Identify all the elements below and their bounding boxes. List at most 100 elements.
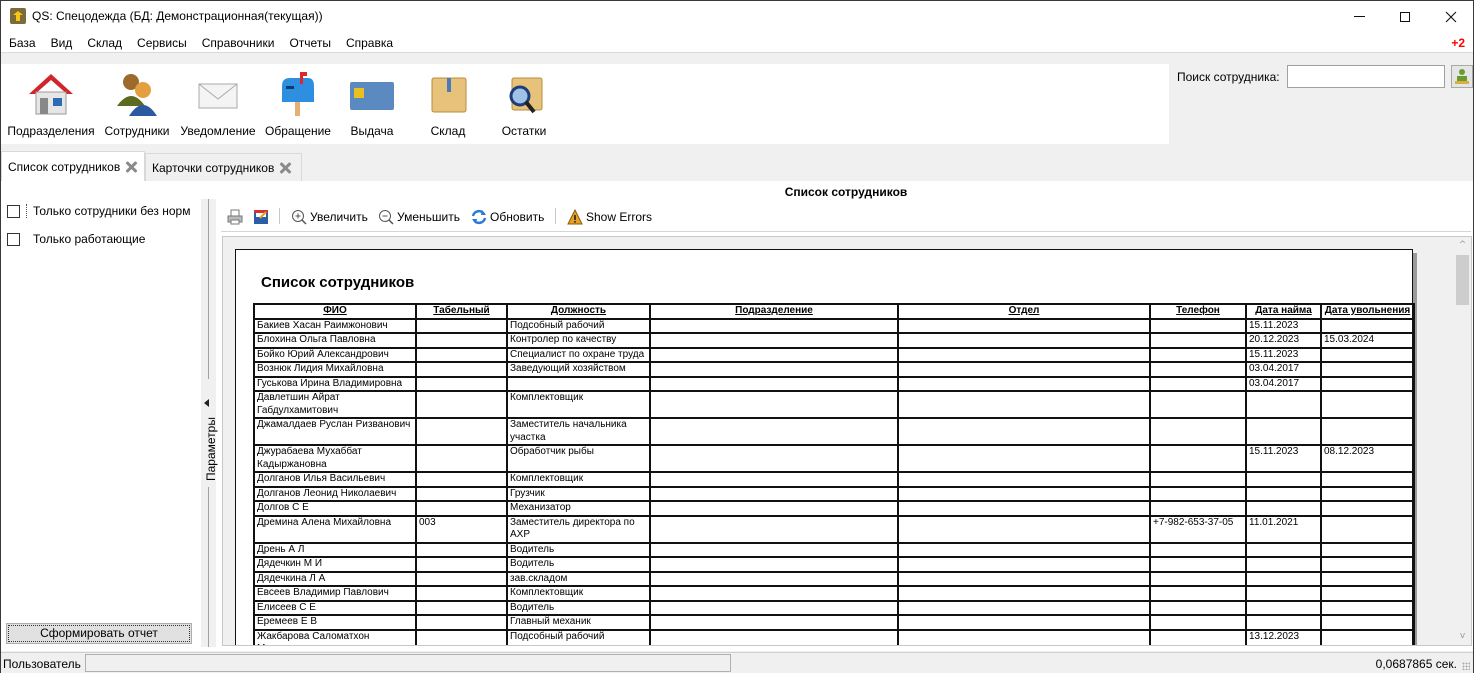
report-page: Список сотрудников ФИО Табельный Должность… xyxy=(235,249,1415,645)
table-cell xyxy=(897,500,1151,517)
build-report-button[interactable]: Сформировать отчет xyxy=(6,623,192,644)
tab-employee-list[interactable]: Список сотрудников xyxy=(1,151,145,182)
envelope-icon xyxy=(194,72,242,116)
zoom-in-button[interactable]: Увеличить xyxy=(291,207,368,227)
refresh-button[interactable]: Обновить xyxy=(471,207,544,227)
app-window: QS: Спецодежда (БД: Демонстрационная(тек… xyxy=(0,0,1474,673)
employee-search-label: Поиск сотрудника: xyxy=(1177,70,1280,84)
parameters-panel: Только сотрудники без норм Только работа… xyxy=(1,181,201,647)
report-page-title: Список сотрудников xyxy=(261,274,415,291)
table-row: Блохина Ольга Павловна Контролер по качес… xyxy=(253,332,1415,349)
house-icon xyxy=(27,72,75,116)
collapse-arrow-icon[interactable] xyxy=(204,399,209,407)
table-row: Елисеев С Е Водитель xyxy=(253,599,1415,616)
menu-sklad[interactable]: Склад xyxy=(79,32,129,52)
report-viewer[interactable]: Список сотрудников ФИО Табельный Должность… xyxy=(222,236,1472,646)
toolbar-label: Остатки xyxy=(501,124,547,138)
table-cell xyxy=(897,585,1151,602)
table-cell xyxy=(1149,332,1247,349)
table-cell: Блохина Ольга Павловна xyxy=(253,332,417,349)
column-header: Дата найма xyxy=(1245,303,1322,320)
zoom-out-button[interactable]: Уменьшить xyxy=(378,207,460,227)
table-cell: Дядечкина Л А xyxy=(253,570,417,587)
card-icon xyxy=(348,72,396,116)
table-cell: Елисеев С Е xyxy=(253,599,417,616)
table-cell: Специалист по охране труда xyxy=(506,346,651,363)
checkbox-label: Только работающие xyxy=(33,232,146,246)
vertical-scrollbar[interactable]: ^ v xyxy=(1454,237,1471,645)
table-cell xyxy=(1320,361,1415,378)
resize-grip-icon[interactable] xyxy=(1462,662,1470,670)
toolbar-button-employees[interactable]: Сотрудники xyxy=(101,72,173,142)
menu-vid[interactable]: Вид xyxy=(43,32,80,52)
close-icon xyxy=(1445,11,1457,22)
minimize-button[interactable] xyxy=(1336,1,1382,32)
column-header: Телефон xyxy=(1149,303,1247,320)
tab-content: Только сотрудники без норм Только работа… xyxy=(1,181,1473,651)
table-cell xyxy=(897,541,1151,558)
table-cell xyxy=(1245,390,1322,419)
employee-search-input[interactable] xyxy=(1287,65,1445,88)
table-cell xyxy=(1149,500,1247,517)
table-row: Дядечкина Л А зав.складом xyxy=(253,570,1415,587)
close-button[interactable] xyxy=(1428,1,1474,32)
table-cell xyxy=(649,390,899,419)
toolbar-button-stock[interactable]: Остатки xyxy=(491,72,557,142)
table-cell xyxy=(649,361,899,378)
table-cell xyxy=(897,444,1151,473)
table-cell xyxy=(649,570,899,587)
zoom-in-icon xyxy=(292,210,307,225)
checkbox[interactable] xyxy=(7,232,20,246)
table-cell xyxy=(897,332,1151,349)
print-button[interactable] xyxy=(227,207,246,227)
table-cell: Главный механик xyxy=(506,614,651,631)
scrollbar-thumb[interactable] xyxy=(1456,255,1469,305)
table-cell xyxy=(415,599,508,616)
menu-servisy[interactable]: Сервисы xyxy=(129,32,194,52)
toolbar-button-issue[interactable]: Выдача xyxy=(339,72,405,142)
checkbox[interactable] xyxy=(7,204,20,218)
column-header: ФИО xyxy=(253,303,417,320)
scroll-down-icon[interactable]: v xyxy=(1458,632,1467,641)
toolbar-label: Уведомление xyxy=(180,124,256,138)
toolbar-separator xyxy=(279,208,280,224)
toolbar-button-request[interactable]: Обращение xyxy=(263,72,333,142)
table-cell: Давлетшин Айрат Габдулхамитович xyxy=(253,390,417,419)
table-cell xyxy=(1149,628,1247,645)
main-toolbar: Подразделения Сотрудники Уведомление Обр… xyxy=(1,64,1169,144)
zoom-out-label: Уменьшить xyxy=(397,210,460,224)
checkbox-without-norms[interactable]: Только сотрудники без норм xyxy=(7,204,190,218)
maximize-button[interactable] xyxy=(1382,1,1428,32)
table-cell xyxy=(1149,317,1247,334)
table-cell: Долгов С Е xyxy=(253,500,417,517)
employee-search-button[interactable] xyxy=(1451,65,1473,88)
show-errors-button[interactable]: Show Errors xyxy=(567,207,652,227)
menu-otchety[interactable]: Отчеты xyxy=(281,32,337,52)
table-cell: Джамалдаев Руслан Ризванович xyxy=(253,417,417,446)
scroll-up-icon[interactable]: ^ xyxy=(1458,241,1467,250)
close-tab-icon[interactable] xyxy=(125,161,137,173)
table-cell xyxy=(415,444,508,473)
splitter-line xyxy=(208,487,209,647)
checkbox-only-working[interactable]: Только работающие xyxy=(7,232,145,246)
toolbar-button-warehouse[interactable]: Склад xyxy=(415,72,481,142)
menu-spravochniki[interactable]: Справочники xyxy=(194,32,282,52)
tab-employee-cards[interactable]: Карточки сотрудников xyxy=(145,153,302,182)
table-cell xyxy=(1320,471,1415,488)
export-button[interactable] xyxy=(253,207,272,227)
parameters-splitter[interactable]: Параметры xyxy=(201,199,218,647)
table-cell xyxy=(1245,471,1322,488)
table-cell xyxy=(1149,375,1247,392)
notification-badge[interactable]: +2 xyxy=(1451,36,1465,50)
zoom-in-label: Увеличить xyxy=(310,210,368,224)
close-tab-icon[interactable] xyxy=(279,162,291,174)
toolbar-button-notification[interactable]: Уведомление xyxy=(179,72,257,142)
menu-spravka[interactable]: Справка xyxy=(338,32,400,52)
table-cell: Гуськова Ирина Владимировна xyxy=(253,375,417,392)
table-cell xyxy=(649,541,899,558)
column-header: Должность xyxy=(506,303,651,320)
table-cell xyxy=(415,346,508,363)
toolbar-button-departments[interactable]: Подразделения xyxy=(7,72,95,142)
table-cell xyxy=(415,375,508,392)
menu-baza[interactable]: База xyxy=(1,32,43,52)
